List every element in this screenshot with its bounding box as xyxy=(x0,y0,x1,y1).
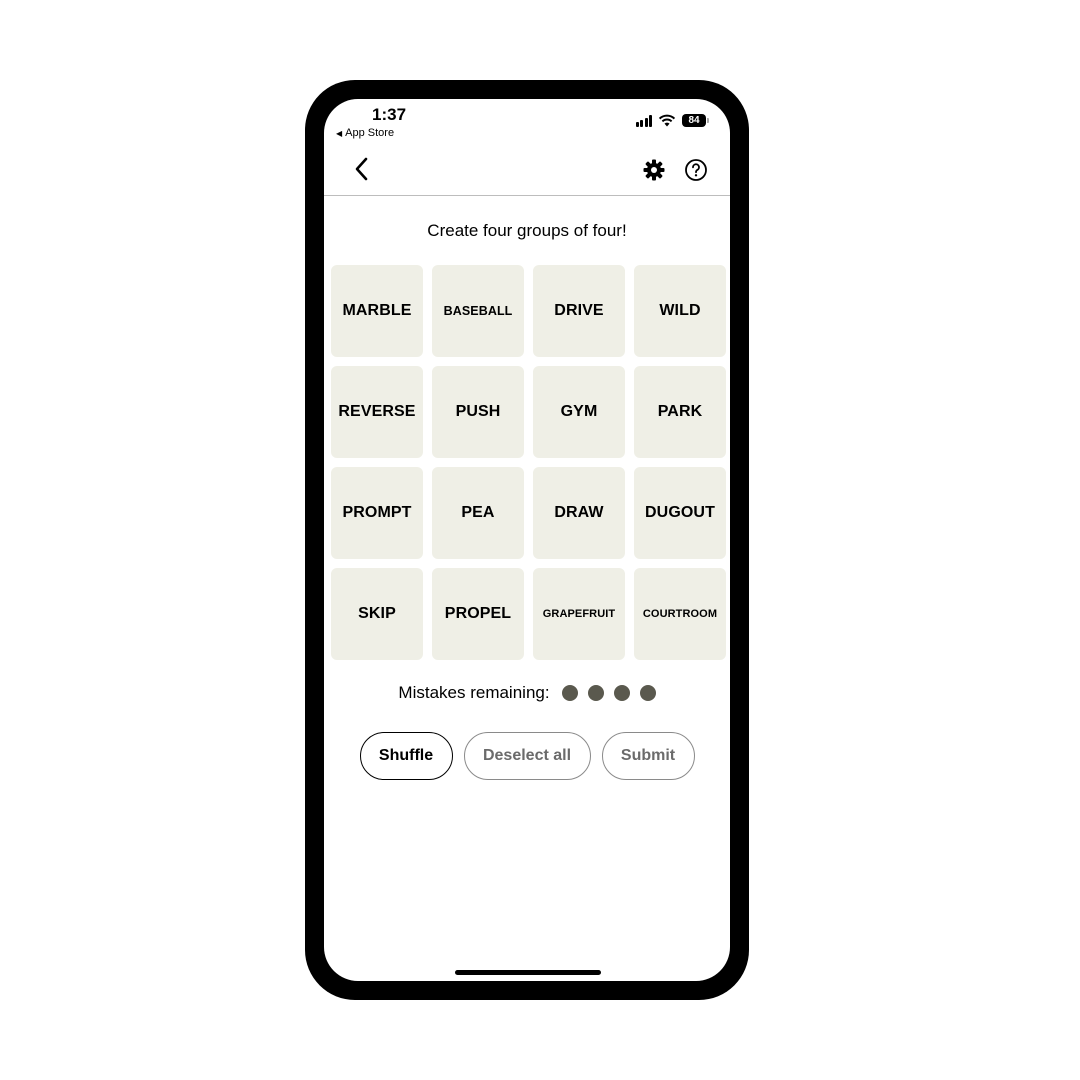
submit-button[interactable]: Submit xyxy=(601,732,695,780)
nav-bar xyxy=(324,147,730,196)
word-tile[interactable]: PROMPT xyxy=(331,467,423,559)
gear-icon[interactable] xyxy=(642,158,666,182)
word-tile[interactable]: DRIVE xyxy=(533,265,625,357)
word-tile[interactable]: GRAPEFRUIT xyxy=(533,568,625,660)
mistake-dot xyxy=(639,685,656,701)
word-tile[interactable]: PROPEL xyxy=(432,568,524,660)
word-grid: MARBLE BASEBALL DRIVE WILD REVERSE PUSH … xyxy=(331,265,727,660)
word-tile[interactable]: COURTROOM xyxy=(634,568,726,660)
cellular-signal-icon xyxy=(635,114,652,127)
word-tile[interactable]: PARK xyxy=(634,366,726,458)
mistakes-label: Mistakes remaining: xyxy=(398,683,550,702)
word-tile[interactable]: BASEBALL xyxy=(432,265,524,357)
wifi-icon xyxy=(658,114,676,127)
action-buttons: Shuffle Deselect all Submit xyxy=(324,732,730,780)
status-icons: 84 xyxy=(635,114,709,127)
back-triangle-icon: ◀ xyxy=(336,128,343,138)
shuffle-button[interactable]: Shuffle xyxy=(359,732,453,780)
word-tile[interactable]: MARBLE xyxy=(331,265,423,357)
phone-screen: 1:37 ◀ App Store 84 Create four groups o… xyxy=(324,99,730,981)
mistake-dots xyxy=(561,685,656,701)
deselect-all-button[interactable]: Deselect all xyxy=(463,732,591,780)
battery-icon: 84 xyxy=(682,114,709,127)
chevron-left-icon[interactable] xyxy=(350,155,374,183)
status-time: 1:37 xyxy=(372,105,407,124)
word-tile[interactable]: SKIP xyxy=(331,568,423,660)
word-tile[interactable]: WILD xyxy=(634,265,726,357)
mistake-dot xyxy=(613,685,630,701)
word-tile[interactable]: GYM xyxy=(533,366,625,458)
word-tile[interactable]: PEA xyxy=(432,467,524,559)
home-indicator[interactable] xyxy=(455,970,601,975)
word-tile[interactable]: DRAW xyxy=(533,467,625,559)
back-to-app-store-link[interactable]: ◀ App Store xyxy=(336,127,394,139)
mistake-dot xyxy=(561,685,578,701)
word-tile[interactable]: PUSH xyxy=(432,366,524,458)
back-app-label: App Store xyxy=(345,127,395,139)
word-tile[interactable]: REVERSE xyxy=(331,366,423,458)
word-tile[interactable]: DUGOUT xyxy=(634,467,726,559)
mistake-dot xyxy=(587,685,604,701)
game-prompt: Create four groups of four! xyxy=(427,221,627,240)
phone-frame: 1:37 ◀ App Store 84 Create four groups o… xyxy=(305,80,749,1000)
question-circle-icon[interactable] xyxy=(684,158,708,182)
mistakes-remaining: Mistakes remaining: xyxy=(324,683,730,703)
